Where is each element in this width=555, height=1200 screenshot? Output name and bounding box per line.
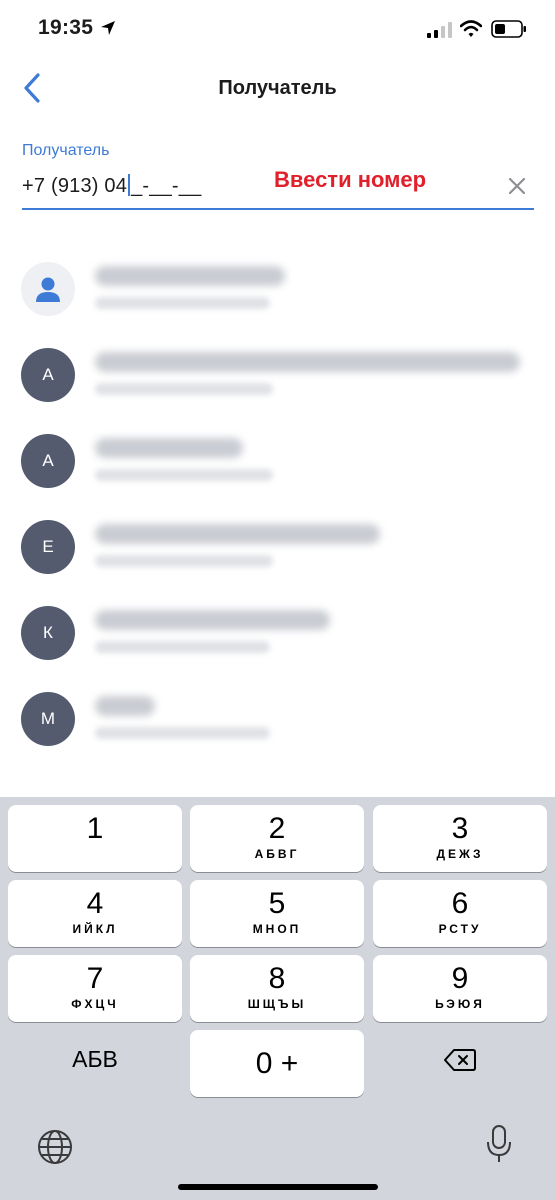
input-underline (22, 208, 534, 210)
cellular-signal-icon (427, 22, 452, 38)
key-2[interactable]: 2 АБВГ (190, 805, 364, 872)
delete-button[interactable] (373, 1026, 547, 1093)
text-caret (128, 174, 131, 196)
clear-input-button[interactable] (504, 173, 530, 199)
key-digit: 7 (86, 962, 104, 995)
key-7[interactable]: 7 ФХЦЧ (8, 955, 182, 1022)
avatar: А (21, 348, 75, 402)
key-3[interactable]: 3 ДЕЖЗ (373, 805, 547, 872)
key-letters: ЬЭЮЯ (435, 997, 485, 1011)
key-digit: 0 + (255, 1046, 299, 1080)
key-digit: 3 (451, 812, 469, 845)
key-5[interactable]: 5 МНОП (190, 880, 364, 947)
contact-phone-redacted (95, 555, 273, 567)
key-letters: РСТУ (438, 922, 482, 936)
avatar: Е (21, 520, 75, 574)
contact-name-redacted (95, 352, 520, 372)
key-8[interactable]: 8 ШЩЪЫ (190, 955, 364, 1022)
contact-name-redacted (95, 438, 243, 458)
phone-typed-value: +7 (913) 04 (22, 175, 128, 197)
microphone-icon[interactable] (486, 1124, 512, 1164)
contact-item-self[interactable] (0, 240, 555, 326)
contact-phone-redacted (95, 469, 273, 481)
recipient-field-label: Получатель (22, 142, 110, 159)
contact-name-redacted (95, 524, 380, 544)
status-bar: 19:35 (0, 0, 555, 60)
abc-label: АБВ (72, 1046, 118, 1072)
backspace-icon (444, 1048, 476, 1071)
switch-alphabet-button[interactable]: АБВ (8, 1026, 182, 1093)
key-letters: АБВГ (254, 847, 300, 861)
page-title: Получатель (218, 77, 337, 99)
key-digit: 8 (268, 962, 286, 995)
numeric-keyboard: 1 2 АБВГ 3 ДЕЖЗ 4 ИЙКЛ 5 МНОП 6 РСТУ 7 Ф… (0, 797, 555, 1200)
person-icon (36, 277, 60, 302)
key-9[interactable]: 9 ЬЭЮЯ (373, 955, 547, 1022)
contact-item[interactable]: М (0, 670, 555, 756)
contact-item[interactable]: Е (0, 498, 555, 584)
key-digit: 6 (451, 887, 469, 920)
key-digit: 9 (451, 962, 469, 995)
battery-icon (491, 20, 526, 38)
contact-item[interactable]: А (0, 412, 555, 498)
contact-name-redacted (95, 696, 155, 716)
key-digit: 1 (86, 812, 104, 845)
key-letters: ДЕЖЗ (436, 847, 484, 861)
recipient-phone-input[interactable]: +7 (913) 04 _-__-__ (22, 174, 201, 198)
key-digit: 2 (268, 812, 286, 845)
location-arrow-icon (101, 21, 115, 35)
key-4[interactable]: 4 ИЙКЛ (8, 880, 182, 947)
avatar: А (21, 434, 75, 488)
key-letters: ФХЦЧ (71, 997, 119, 1011)
avatar: К (21, 606, 75, 660)
key-letters: МНОП (252, 922, 302, 936)
contact-phone-redacted (95, 641, 270, 653)
contact-phone-redacted (95, 297, 270, 309)
contact-name-redacted (95, 266, 285, 286)
globe-icon[interactable] (36, 1128, 74, 1166)
key-letters: ШЩЪЫ (247, 997, 307, 1011)
key-0-plus[interactable]: 0 + (190, 1030, 364, 1097)
key-6[interactable]: 6 РСТУ (373, 880, 547, 947)
contact-phone-redacted (95, 383, 273, 395)
key-digit: 4 (86, 887, 104, 920)
home-indicator (178, 1184, 378, 1190)
avatar: М (21, 692, 75, 746)
avatar (21, 262, 75, 316)
contact-item[interactable]: А (0, 326, 555, 412)
contact-item[interactable]: К (0, 584, 555, 670)
key-digit: 5 (268, 887, 286, 920)
phone-mask-value: _-__-__ (131, 175, 202, 197)
contact-phone-redacted (95, 727, 270, 739)
key-letters: ИЙКЛ (72, 922, 118, 936)
key-1[interactable]: 1 (8, 805, 182, 872)
status-time: 19:35 (38, 16, 94, 39)
annotation-label: Ввести номер (274, 167, 427, 192)
contact-name-redacted (95, 610, 330, 630)
wifi-icon (460, 20, 482, 37)
